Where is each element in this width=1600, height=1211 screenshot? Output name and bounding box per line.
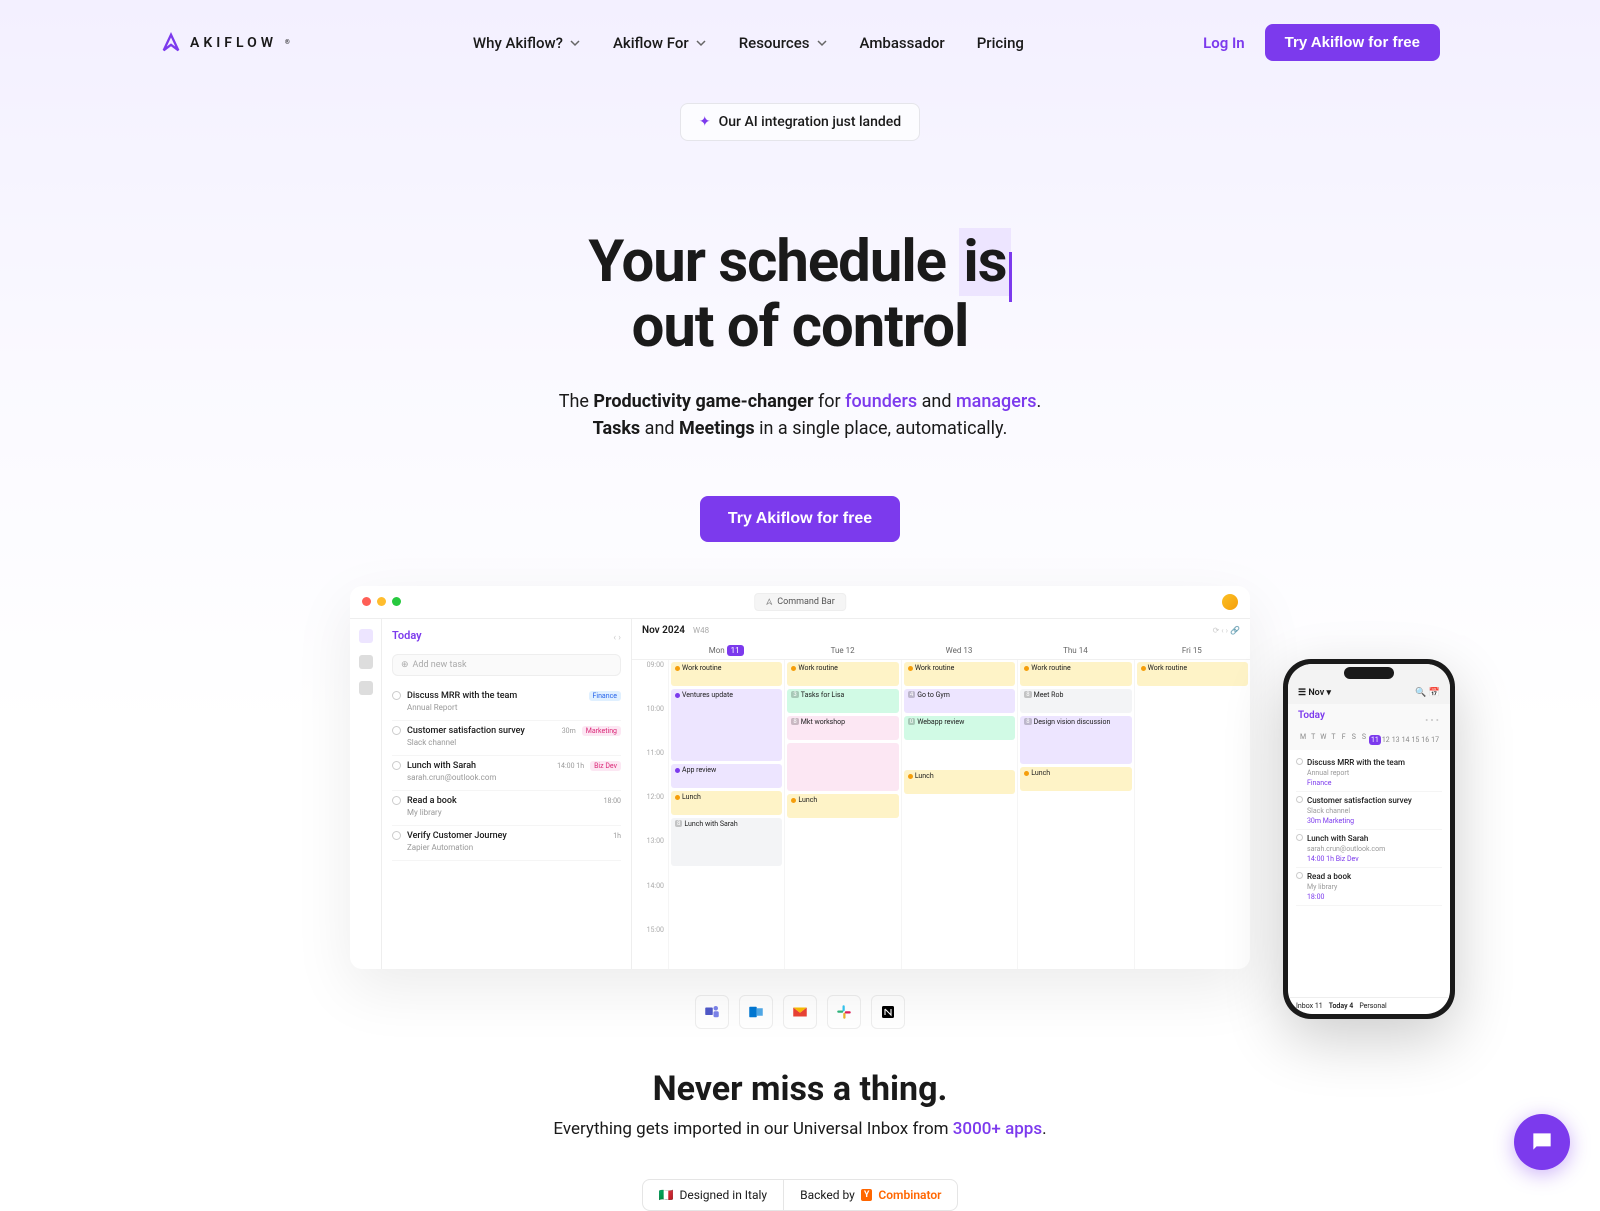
sparkle-icon: ✦: [699, 114, 711, 130]
nav-ambassador[interactable]: Ambassador: [860, 34, 945, 52]
avatar: [1222, 594, 1238, 610]
task-list-panel: Today ‹ › ⊕Add new task Discuss MRR with…: [382, 619, 632, 969]
task-item: Read a book18:00My library: [392, 791, 621, 826]
app-mockup: Command Bar Today ‹ › ⊕Add new task Disc…: [350, 586, 1250, 969]
header-actions: Log In Try Akiflow for free: [1203, 24, 1440, 61]
task-item: Lunch with Sarah14:00 1hBiz Devsarah.cru…: [392, 756, 621, 791]
never-miss-title: Never miss a thing.: [0, 1069, 1600, 1109]
logo-icon: [160, 32, 182, 54]
today-label: Today: [392, 629, 422, 642]
main-nav: Why Akiflow? Akiflow For Resources Ambas…: [473, 34, 1024, 52]
calendar-icon: [359, 681, 373, 695]
chat-bubble[interactable]: [1514, 1114, 1570, 1170]
phone-tasks: Discuss MRR with the teamAnnual reportFi…: [1288, 750, 1450, 997]
phone-notch: [1288, 664, 1450, 682]
nav-resources[interactable]: Resources: [739, 34, 828, 52]
brand-text: AKIFLOW: [190, 35, 277, 51]
nav-for[interactable]: Akiflow For: [613, 34, 707, 52]
gmail-icon: [783, 995, 817, 1029]
chat-icon: [1529, 1129, 1555, 1155]
italy-badge: 🇮🇹 Designed in Italy: [642, 1179, 784, 1211]
cal-grid: 09:0010:0011:0012:0013:0014:0015:00 Work…: [632, 660, 1250, 969]
mockup-section: Command Bar Today ‹ › ⊕Add new task Disc…: [0, 586, 1600, 969]
chevron-down-icon: [569, 37, 581, 49]
phone-header: ☰ Nov ▾🔍 📅: [1288, 682, 1450, 704]
ai-badge-section: ✦ Our AI integration just landed: [0, 103, 1600, 141]
task-item: Verify Customer Journey1hZapier Automati…: [392, 826, 621, 861]
notion-icon: [871, 995, 905, 1029]
chevron-down-icon: [816, 37, 828, 49]
header: AKIFLOW® Why Akiflow? Akiflow For Resour…: [0, 0, 1600, 85]
calendar-panel: Nov 2024 W48 ⟳ ‹ › 🔗 Mon 11Tue 12Wed 13T…: [632, 619, 1250, 969]
close-dot: [362, 597, 371, 606]
outlook-icon: [739, 995, 773, 1029]
chevron-down-icon: [695, 37, 707, 49]
phone-today-label: Today: [1298, 710, 1325, 729]
hero-cta: Try Akiflow for free: [0, 496, 1600, 542]
cal-header: Nov 2024 W48 ⟳ ‹ › 🔗: [632, 619, 1250, 642]
ai-badge[interactable]: ✦ Our AI integration just landed: [680, 103, 920, 141]
header-cta-button[interactable]: Try Akiflow for free: [1265, 24, 1440, 61]
hero-section: Your schedule is out of control The Prod…: [0, 231, 1600, 542]
logo[interactable]: AKIFLOW®: [160, 32, 294, 54]
inbox-icon: [359, 629, 373, 643]
slack-icon: [827, 995, 861, 1029]
min-dot: [377, 597, 386, 606]
never-miss-section: Never miss a thing. Everything gets impo…: [0, 1069, 1600, 1139]
nav-pricing[interactable]: Pricing: [977, 34, 1024, 52]
footer-badges: 🇮🇹 Designed in Italy Backed by YCombinat…: [0, 1179, 1600, 1211]
mockup-body: Today ‹ › ⊕Add new task Discuss MRR with…: [350, 619, 1250, 969]
today-icon: [359, 655, 373, 669]
max-dot: [392, 597, 401, 606]
add-task-input: ⊕Add new task: [392, 654, 621, 676]
hero-title: Your schedule is out of control: [0, 231, 1600, 360]
command-bar: Command Bar: [754, 593, 846, 611]
login-link[interactable]: Log In: [1203, 34, 1245, 52]
ai-badge-text: Our AI integration just landed: [719, 114, 902, 130]
teams-icon: [695, 995, 729, 1029]
task-item: Customer satisfaction survey30mMarketing…: [392, 721, 621, 756]
phone-mockup: ☰ Nov ▾🔍 📅 Today⋯ MTWTFSS11121314151617 …: [1283, 659, 1455, 1019]
task-item: Discuss MRR with the teamFinanceAnnual R…: [392, 686, 621, 721]
phone-screen: ☰ Nov ▾🔍 📅 Today⋯ MTWTFSS11121314151617 …: [1288, 664, 1450, 1014]
nav-why[interactable]: Why Akiflow?: [473, 34, 581, 52]
hero-subtitle: The Productivity game-changer for founde…: [0, 388, 1600, 442]
yc-badge: Backed by YCombinator: [783, 1179, 958, 1211]
hero-cta-button[interactable]: Try Akiflow for free: [700, 496, 900, 542]
phone-today-section: Today⋯ MTWTFSS11121314151617: [1288, 704, 1450, 750]
mockup-sidebar: [350, 619, 382, 969]
never-miss-text: Everything gets imported in our Universa…: [0, 1119, 1600, 1139]
window-chrome: Command Bar: [350, 586, 1250, 619]
phone-footer: Inbox 11Today 4Personal: [1288, 997, 1450, 1014]
cal-days: Mon 11Tue 12Wed 13Thu 14Fri 15: [632, 642, 1250, 660]
